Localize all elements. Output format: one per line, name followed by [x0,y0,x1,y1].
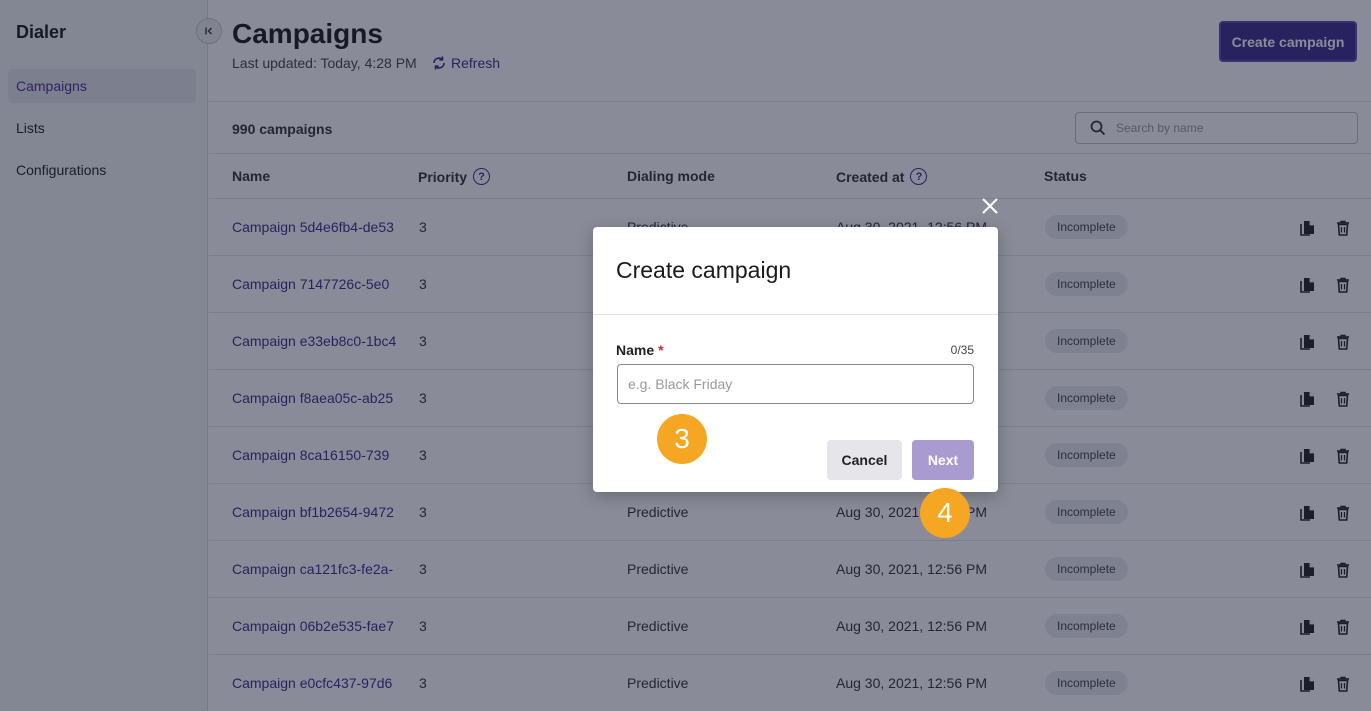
next-button[interactable]: Next [912,440,974,480]
create-campaign-modal: Create campaign Name* 0/35 Cancel Next [593,227,998,492]
step-marker-4: 4 [920,488,970,538]
close-modal-button[interactable] [980,196,1000,216]
close-icon [982,198,998,214]
modal-title: Create campaign [616,257,792,283]
step-marker-3: 3 [657,414,707,464]
cancel-button[interactable]: Cancel [827,440,902,480]
name-field-label: Name * [616,342,664,358]
character-counter: 0/35 [950,343,974,357]
campaign-name-input[interactable] [617,364,974,404]
required-mark: * [658,342,664,358]
modal-divider [593,314,998,315]
name-label-text: Name [616,342,655,358]
